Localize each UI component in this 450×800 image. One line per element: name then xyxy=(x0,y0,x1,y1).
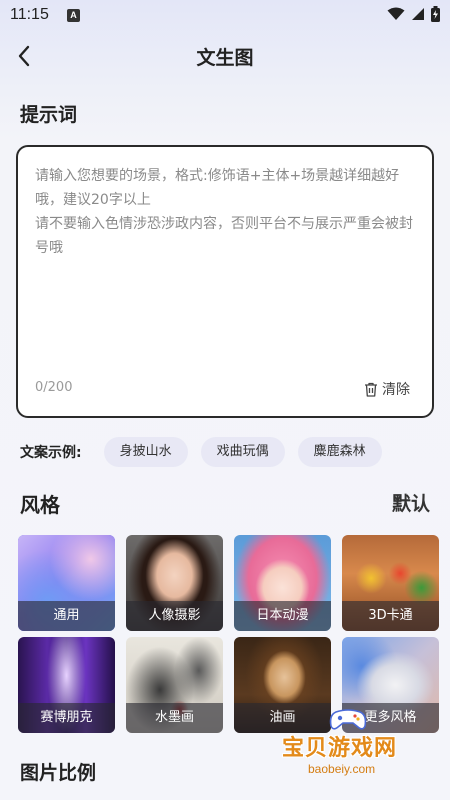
style-card-portrait[interactable]: 人像摄影 xyxy=(126,535,223,631)
status-time: 11:15 xyxy=(10,6,49,23)
prompt-input[interactable]: 请输入您想要的场景，格式:修饰语+主体+场景越详细越好哦，建议20字以上 请不要… xyxy=(16,145,434,418)
style-card-cyberpunk[interactable]: 赛博朋克 xyxy=(18,637,115,733)
style-card-3d-cartoon[interactable]: 3D卡通 xyxy=(342,535,439,631)
style-label: 通用 xyxy=(18,601,115,631)
style-label: 赛博朋克 xyxy=(18,703,115,733)
style-section-title: 风格 xyxy=(20,493,60,517)
examples-label: 文案示例: xyxy=(20,445,82,461)
prompt-section-title: 提示词 xyxy=(20,104,78,126)
style-label: 日本动漫 xyxy=(234,601,331,631)
watermark-text: 宝贝游戏网 xyxy=(282,736,398,761)
wifi-icon xyxy=(387,7,405,20)
default-style-button[interactable]: 默认 xyxy=(392,489,430,516)
trash-icon xyxy=(365,382,377,397)
style-label: 3D卡通 xyxy=(342,601,439,631)
style-label: 更多风格 xyxy=(342,703,439,733)
style-label: 人像摄影 xyxy=(126,601,223,631)
ratio-section-title: 图片比例 xyxy=(20,762,97,784)
style-label: 水墨画 xyxy=(126,703,223,733)
prompt-placeholder: 请输入您想要的场景，格式:修饰语+主体+场景越详细越好哦，建议20字以上 请不要… xyxy=(35,168,413,256)
watermark-url: baobeiy.com xyxy=(308,762,376,776)
style-card-anime[interactable]: 日本动漫 xyxy=(234,535,331,631)
page-title: 文生图 xyxy=(196,47,254,69)
example-chip[interactable]: 戏曲玩偶 xyxy=(200,437,285,467)
style-card-general[interactable]: 通用 xyxy=(18,535,115,631)
char-count: 0/200 xyxy=(35,380,73,395)
style-card-ink-painting[interactable]: 水墨画 xyxy=(126,637,223,733)
style-label: 油画 xyxy=(234,703,331,733)
clear-button[interactable]: 清除 xyxy=(364,379,410,399)
style-card-more-styles[interactable]: 更多风格 xyxy=(342,637,439,733)
example-chip[interactable]: 麋鹿森林 xyxy=(297,437,382,467)
example-chip[interactable]: 身披山水 xyxy=(103,437,188,467)
status-bar: 11:15 A xyxy=(0,0,450,32)
header: 文生图 xyxy=(0,32,450,80)
battery-icon xyxy=(431,6,440,22)
signal-icon xyxy=(412,8,424,20)
status-icons xyxy=(387,6,440,22)
style-grid: 通用 人像摄影 日本动漫 3D卡通 赛博朋克 水墨画 油画 更多风格 xyxy=(18,535,442,733)
notification-a-icon: A xyxy=(67,9,80,22)
clear-label: 清除 xyxy=(382,382,410,398)
examples-row: 文案示例: 身披山水 戏曲玩偶 麋鹿森林 xyxy=(20,437,395,467)
style-card-oil-painting[interactable]: 油画 xyxy=(234,637,331,733)
